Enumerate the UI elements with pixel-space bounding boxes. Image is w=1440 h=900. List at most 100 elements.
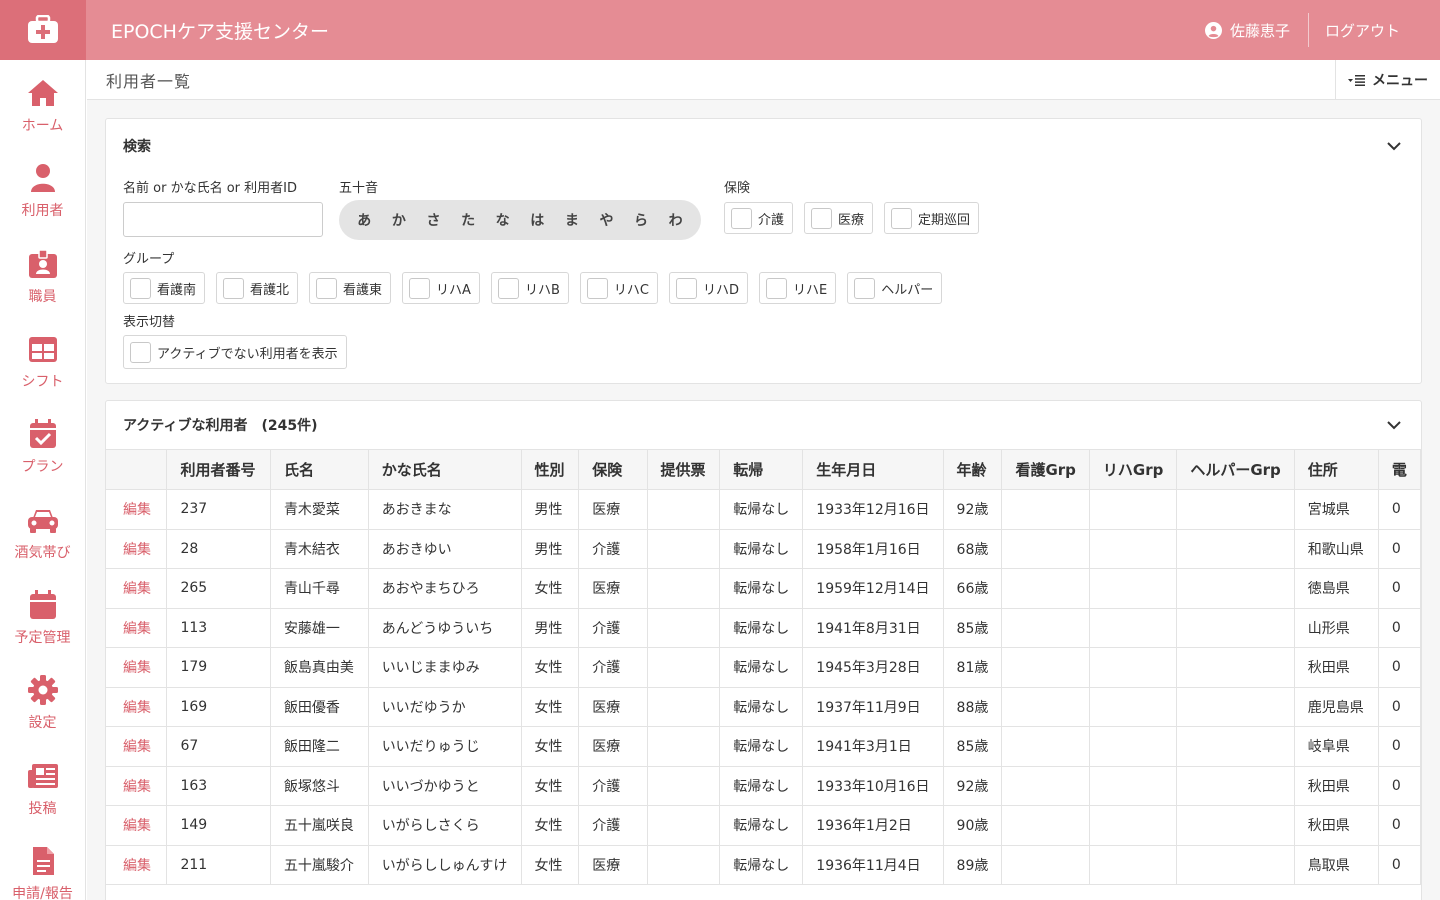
cell-id: 163 <box>166 766 271 806</box>
checkbox[interactable] <box>223 277 245 299</box>
column-header-helper-group[interactable]: ヘルパーGrp <box>1176 449 1295 490</box>
column-header-nurse-group[interactable]: 看護Grp <box>1001 449 1090 490</box>
insurance-checkbox-periodic[interactable]: 定期巡回 <box>884 202 980 234</box>
edit-link[interactable]: 編集 <box>106 687 168 727</box>
kana-button-ha[interactable]: は <box>520 210 555 230</box>
insurance-checkbox-care[interactable]: 介護 <box>724 202 794 234</box>
user-table-wrapper[interactable]: 利用者番号 氏名 かな氏名 性別 保険 提供票 転帰 生年月日 年齢 看護Grp… <box>106 449 1421 885</box>
column-header-age[interactable]: 年齢 <box>943 449 1003 490</box>
column-header-kana[interactable]: かな氏名 <box>368 449 522 490</box>
search-input[interactable] <box>123 202 323 237</box>
sidebar-item-posts[interactable]: 投稿 <box>0 742 85 827</box>
kana-button-ma[interactable]: ま <box>555 210 590 230</box>
cell-helper-group <box>1176 687 1295 727</box>
checkbox[interactable] <box>409 277 431 299</box>
insurance-filter-label: 保険 <box>724 181 751 196</box>
checkbox[interactable] <box>811 207 833 229</box>
cell-insurance: 介護 <box>578 647 648 688</box>
cell-sex: 女性 <box>521 766 580 806</box>
search-panel-header[interactable]: 検索 <box>106 119 1421 173</box>
cell-sex: 男性 <box>521 489 580 530</box>
group-checkbox[interactable]: リハD <box>668 272 748 304</box>
cell-ticket <box>647 805 721 846</box>
edit-link[interactable]: 編集 <box>106 529 168 569</box>
cell-birthdate: 1958年1月16日 <box>802 529 944 569</box>
sidebar-item-shift[interactable]: シフト <box>0 316 85 401</box>
kana-button-sa[interactable]: さ <box>416 210 451 230</box>
kana-button-ta[interactable]: た <box>451 210 486 230</box>
chevron-down-icon[interactable] <box>1385 137 1403 155</box>
group-checkbox[interactable]: 看護東 <box>309 272 392 304</box>
cell-nurse-group <box>1001 608 1090 648</box>
column-header-phone[interactable]: 電 <box>1378 449 1421 490</box>
checkbox[interactable] <box>130 277 151 299</box>
checkbox[interactable] <box>675 277 697 299</box>
checkbox[interactable] <box>891 207 913 229</box>
cell-helper-group <box>1176 529 1295 569</box>
edit-link[interactable]: 編集 <box>106 766 168 806</box>
checkbox[interactable] <box>130 341 151 363</box>
sidebar-item-settings[interactable]: 設定 <box>0 657 85 742</box>
kana-button-ya[interactable]: や <box>589 210 624 230</box>
cell-ticket <box>647 647 721 688</box>
cell-insurance: 介護 <box>578 766 648 806</box>
sidebar-item-home[interactable]: ホーム <box>0 60 85 145</box>
edit-link[interactable]: 編集 <box>106 845 168 885</box>
kana-button-a[interactable]: あ <box>347 210 382 230</box>
user-menu[interactable]: 佐藤恵子 <box>1204 20 1308 41</box>
edit-link[interactable]: 編集 <box>106 726 168 767</box>
sidebar-item-alcohol-check[interactable]: 酒気帯び <box>0 486 85 571</box>
cell-age: 92歳 <box>943 489 1003 530</box>
cell-name: 飯島真由美 <box>270 647 369 688</box>
cell-age: 89歳 <box>943 845 1003 885</box>
logo[interactable] <box>0 0 86 60</box>
column-header-ticket[interactable]: 提供票 <box>647 449 721 490</box>
chevron-down-icon[interactable] <box>1385 416 1403 434</box>
checkbox[interactable] <box>316 277 338 299</box>
group-checkbox[interactable]: リハB <box>490 272 569 304</box>
column-header-rehab-group[interactable]: リハGrp <box>1089 449 1178 490</box>
group-checkbox[interactable]: リハC <box>579 272 658 304</box>
cell-nurse-group <box>1001 489 1090 530</box>
sidebar-item-schedule[interactable]: 予定管理 <box>0 572 85 657</box>
checkbox[interactable] <box>854 277 876 299</box>
group-checkbox[interactable]: 看護南 <box>123 272 206 304</box>
kana-button-na[interactable]: な <box>485 210 520 230</box>
sidebar-item-staff[interactable]: 職員 <box>0 231 85 316</box>
checkbox[interactable] <box>731 207 752 229</box>
column-header-outcome[interactable]: 転帰 <box>719 449 804 490</box>
column-header-id[interactable]: 利用者番号 <box>166 449 271 490</box>
sidebar-item-users[interactable]: 利用者 <box>0 145 85 230</box>
group-checkbox[interactable]: リハE <box>758 272 837 304</box>
group-checkbox[interactable]: 看護北 <box>216 272 299 304</box>
kana-button-wa[interactable]: わ <box>658 210 693 230</box>
show-inactive-checkbox[interactable]: アクティブでない利用者を表示 <box>123 335 347 369</box>
checkbox[interactable] <box>497 277 519 299</box>
cell-phone: 0 <box>1378 845 1421 885</box>
column-header-birthdate[interactable]: 生年月日 <box>802 449 944 490</box>
column-header-insurance[interactable]: 保険 <box>578 449 648 490</box>
kana-button-ka[interactable]: か <box>382 210 417 230</box>
sidebar-item-plan[interactable]: プラン <box>0 401 85 486</box>
edit-link[interactable]: 編集 <box>106 608 168 648</box>
logout-link[interactable]: ログアウト <box>1309 20 1440 41</box>
column-header-sex[interactable]: 性別 <box>521 449 580 490</box>
checkbox[interactable] <box>586 277 608 299</box>
insurance-checkbox-medical[interactable]: 医療 <box>804 202 874 234</box>
column-header-name[interactable]: 氏名 <box>270 449 369 490</box>
menu-button[interactable]: メニュー <box>1335 60 1440 100</box>
group-checkbox[interactable]: ヘルパー <box>847 272 943 304</box>
kana-button-ra[interactable]: ら <box>624 210 659 230</box>
edit-link[interactable]: 編集 <box>106 568 168 609</box>
user-list-header[interactable]: アクティブな利用者 (245件) <box>106 401 1421 449</box>
checkbox[interactable] <box>765 277 787 299</box>
sidebar-item-reports[interactable]: 申請/報告 <box>0 828 85 900</box>
edit-link[interactable]: 編集 <box>106 647 168 688</box>
cell-insurance: 医療 <box>578 726 648 767</box>
edit-link[interactable]: 編集 <box>106 489 168 530</box>
column-header-address[interactable]: 住所 <box>1294 449 1379 490</box>
group-checkbox[interactable]: リハA <box>402 272 480 304</box>
checkbox-label: 定期巡回 <box>918 212 971 228</box>
cell-name: 飯田優香 <box>270 687 369 727</box>
edit-link[interactable]: 編集 <box>106 805 168 846</box>
